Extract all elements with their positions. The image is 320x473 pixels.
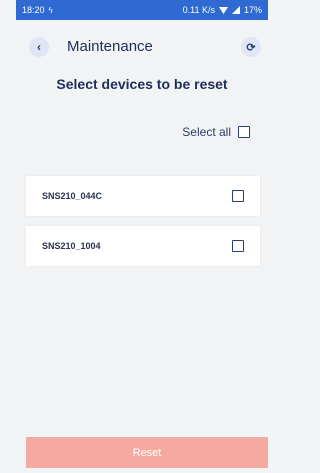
select-all-checkbox[interactable] (238, 126, 250, 138)
refresh-button[interactable]: ⟳ (241, 37, 261, 57)
page-title: Maintenance (67, 38, 153, 55)
select-all-control[interactable]: Select all (182, 125, 250, 139)
network-speed: 0.11 K/s (182, 5, 215, 15)
wifi-icon (218, 7, 228, 14)
reset-button[interactable]: Reset (26, 437, 268, 468)
app-header: ‹ Maintenance ⟳ (16, 20, 268, 72)
device-name: SNS210_044C (42, 191, 103, 201)
device-row[interactable]: SNS210_044C (26, 176, 260, 216)
usb-icon: ϟ (48, 5, 53, 15)
back-button[interactable]: ‹ (29, 37, 49, 57)
back-icon: ‹ (37, 40, 41, 54)
battery-level: 17% (243, 5, 262, 15)
signal-icon (231, 6, 240, 14)
device-checkbox[interactable] (232, 190, 244, 202)
device-name: SNS210_1004 (42, 241, 101, 251)
refresh-icon: ⟳ (246, 41, 256, 54)
instruction-heading: Select devices to be reset (56, 76, 228, 92)
select-all-label: Select all (182, 125, 231, 139)
device-row[interactable]: SNS210_1004 (26, 226, 260, 266)
status-time: 18:20 (22, 5, 45, 15)
device-checkbox[interactable] (232, 240, 244, 252)
status-bar: 18:20 ϟ 0.11 K/s 17% (16, 0, 268, 20)
phone-screen: 18:20 ϟ 0.11 K/s 17% ‹ Maintenance ⟳ Sel… (16, 0, 268, 473)
